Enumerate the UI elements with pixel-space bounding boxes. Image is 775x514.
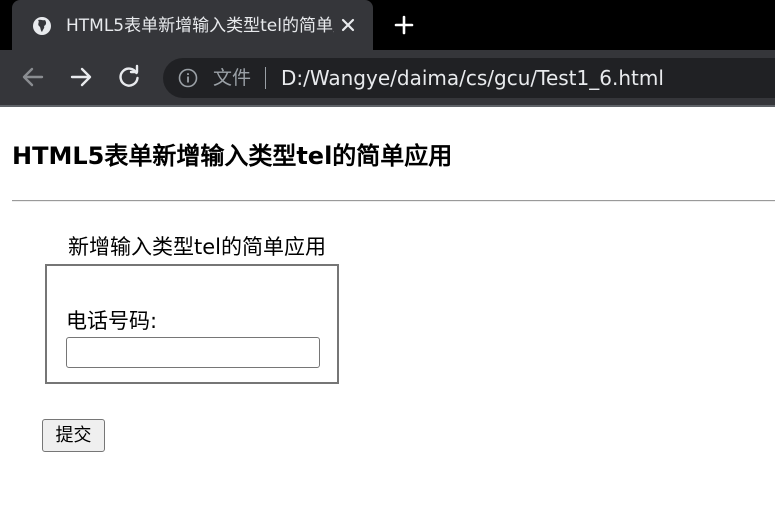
plus-icon[interactable] xyxy=(393,14,415,36)
url-text[interactable]: D:/Wangye/daima/cs/gcu/Test1_6.html xyxy=(281,65,664,91)
submit-button[interactable]: 提交 xyxy=(42,419,105,452)
arrow-left-icon[interactable] xyxy=(20,64,46,90)
globe-icon xyxy=(32,16,52,36)
horizontal-rule xyxy=(12,200,775,202)
phone-label: 电话号码: xyxy=(66,309,158,333)
browser-toolbar: 文件 D:/Wangye/daima/cs/gcu/Test1_6.html xyxy=(0,50,775,105)
omnibox-divider xyxy=(265,67,266,89)
address-bar[interactable]: 文件 D:/Wangye/daima/cs/gcu/Test1_6.html xyxy=(163,58,775,98)
info-icon[interactable] xyxy=(178,68,198,88)
fieldset-legend: 新增输入类型tel的简单应用 xyxy=(65,232,329,263)
page-title: HTML5表单新增输入类型tel的简单应用 xyxy=(12,142,453,170)
arrow-right-icon[interactable] xyxy=(68,64,94,90)
scheme-label: 文件 xyxy=(213,67,252,89)
reload-icon[interactable] xyxy=(116,64,142,90)
phone-input[interactable] xyxy=(66,337,320,368)
page-content: HTML5表单新增输入类型tel的简单应用 新增输入类型tel的简单应用 电话号… xyxy=(0,107,775,514)
tab-title: HTML5表单新增输入类型tel的简单应用 xyxy=(66,16,334,36)
browser-tab[interactable]: HTML5表单新增输入类型tel的简单应用 xyxy=(12,0,373,50)
tab-strip: HTML5表单新增输入类型tel的简单应用 xyxy=(0,0,775,50)
close-icon[interactable] xyxy=(337,14,359,36)
